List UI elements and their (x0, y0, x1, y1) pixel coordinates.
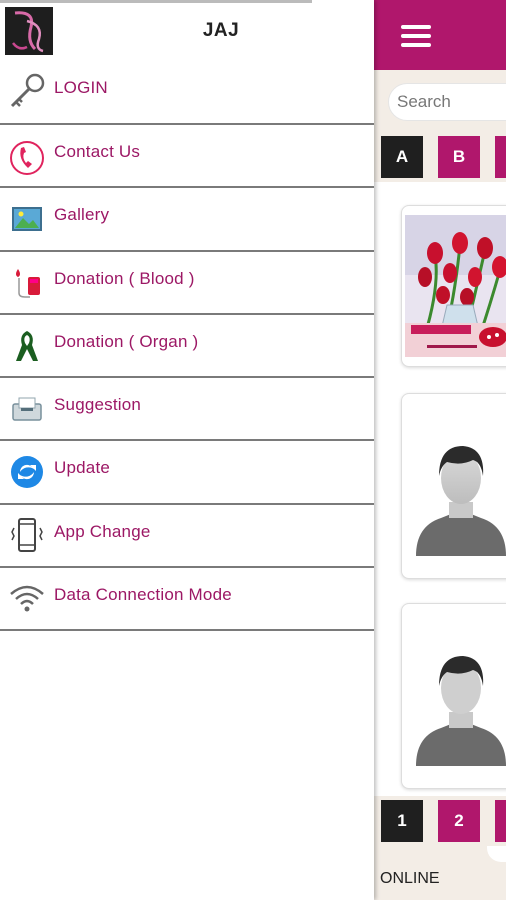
corner-decoration (487, 846, 506, 862)
key-icon (8, 73, 46, 111)
page-button-2[interactable]: 2 (438, 800, 480, 842)
drawer-header: JAJ (0, 0, 374, 60)
menu-item-app-change[interactable]: App Change (0, 505, 374, 569)
search-box[interactable] (388, 83, 506, 121)
status-label: ONLINE (380, 870, 440, 887)
page-button-1[interactable]: 1 (381, 800, 423, 842)
image-gallery-icon (8, 200, 46, 238)
letter-button-c[interactable] (495, 136, 506, 178)
blood-donation-icon (8, 263, 46, 301)
pagination: 1 2 (381, 800, 506, 842)
phone-vibrate-icon (8, 516, 46, 554)
menu-label: Contact Us (54, 142, 141, 161)
search-input[interactable] (389, 84, 506, 120)
letter-button-b[interactable]: B (438, 136, 480, 178)
menu-label: Donation ( Blood ) (54, 268, 195, 288)
navigation-drawer: JAJ LOGIN Contact Us Gallery Donation (… (0, 0, 374, 900)
menu-item-update[interactable]: Update (0, 441, 374, 505)
menu-label: LOGIN (54, 78, 108, 97)
profile-card[interactable] (401, 393, 506, 579)
refresh-icon (8, 453, 46, 491)
menu-label: Suggestion (54, 395, 142, 415)
gallery-card[interactable] (401, 205, 506, 367)
wifi-icon (8, 580, 46, 618)
menu-label: App Change (54, 521, 151, 541)
menu-item-donation-organ[interactable]: Donation ( Organ ) (0, 315, 374, 379)
menu-item-gallery[interactable]: Gallery (0, 188, 374, 252)
menu-label: Donation ( Organ ) (54, 331, 199, 351)
menu-item-contact-us[interactable]: Contact Us (0, 125, 374, 189)
menu-item-suggestion[interactable]: Suggestion (0, 378, 374, 442)
menu-item-data-connection-mode[interactable]: Data Connection Mode (0, 568, 374, 632)
suggestion-box-icon (8, 390, 46, 428)
menu-label: Gallery (54, 205, 110, 225)
menu-item-login[interactable]: LOGIN (0, 61, 374, 125)
page-button-3[interactable] (495, 800, 506, 842)
flowers-image (405, 215, 506, 357)
menu-item-donation-blood[interactable]: Donation ( Blood ) (0, 252, 374, 315)
ribbon-icon (8, 327, 46, 365)
profile-card[interactable] (401, 603, 506, 789)
alphabet-filter: A B (381, 136, 506, 178)
app-name: JAJ (202, 20, 240, 41)
drawer-menu: LOGIN Contact Us Gallery Donation (Bloo… (0, 61, 374, 632)
phone-icon (8, 137, 46, 175)
menu-label: Data Connection Mode (54, 585, 232, 605)
letter-button-a[interactable]: A (381, 136, 423, 178)
avatar-placeholder-icon (416, 446, 506, 556)
menu-label: Update (54, 458, 111, 478)
avatar-placeholder-icon (416, 656, 506, 766)
